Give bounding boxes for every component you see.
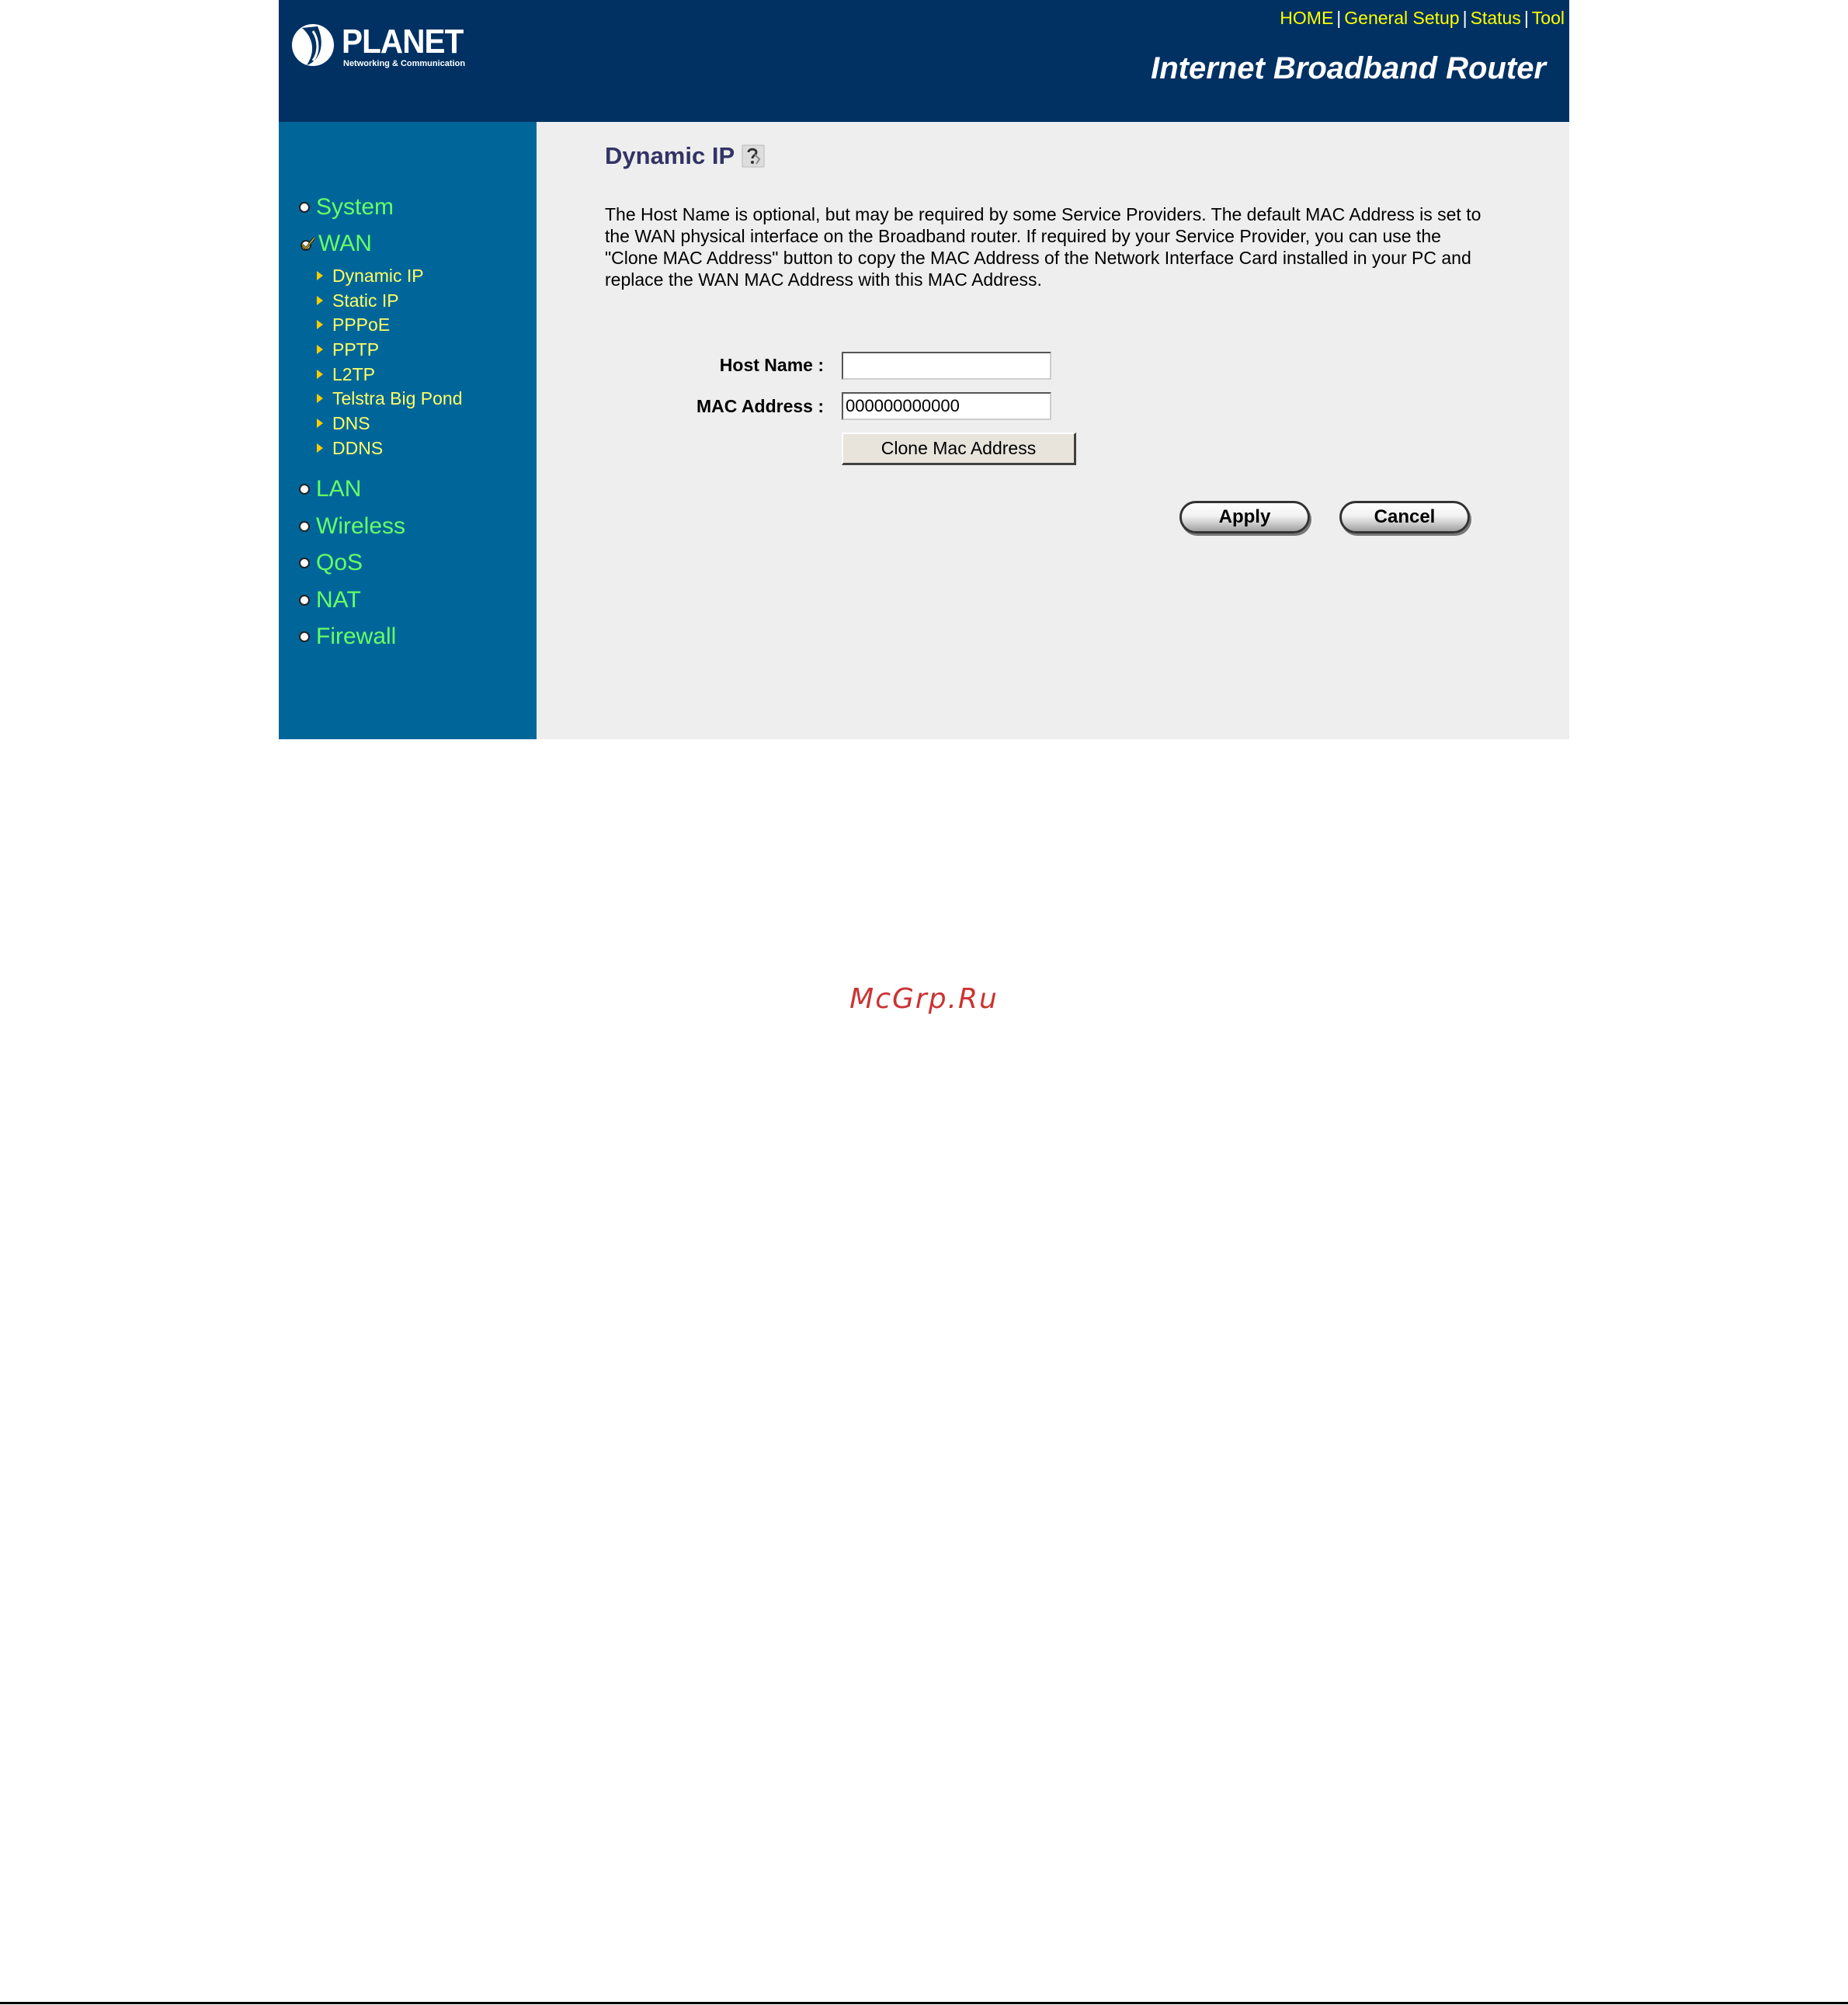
- apply-button[interactable]: Apply: [1179, 501, 1310, 533]
- help-icon[interactable]: [741, 144, 766, 169]
- checkmark-icon: [300, 237, 316, 251]
- sidebar-item-label: Firewall: [316, 624, 397, 649]
- brand-name: PLANET: [342, 23, 464, 61]
- brand-tagline: Networking & Communication: [343, 59, 466, 68]
- sidebar-item-label: Wireless: [316, 513, 406, 539]
- planet-globe-icon: [292, 24, 334, 66]
- watermark: McGrp.Ru: [849, 983, 999, 1015]
- arrow-right-icon: [317, 419, 323, 428]
- sidebar-item-nat[interactable]: NAT: [299, 585, 361, 616]
- clone-mac-address-button[interactable]: Clone Mac Address: [842, 433, 1076, 465]
- arrow-right-icon: [317, 370, 323, 379]
- sidebar-subitem-ddns[interactable]: DDNS: [317, 436, 383, 460]
- arrow-right-icon: [317, 394, 323, 403]
- sidebar-item-label: NAT: [316, 587, 361, 613]
- nav-home-link[interactable]: HOME: [1280, 8, 1333, 28]
- sidebar-subitem-label: Telstra Big Pond: [332, 387, 463, 408]
- sidebar-subitem-label: Static IP: [332, 290, 399, 311]
- page-description: The Host Name is optional, but may be re…: [605, 204, 1482, 290]
- sidebar-subitem-static-ip[interactable]: Static IP: [317, 289, 399, 312]
- main-content: Dynamic IP The Host Name is optional, bu…: [537, 122, 1569, 739]
- nav-separator: |: [1336, 8, 1342, 28]
- nav-separator: |: [1462, 8, 1468, 28]
- sidebar-item-label: System: [316, 194, 394, 220]
- sidebar-item-wan[interactable]: WAN: [299, 228, 372, 259]
- page-title: Dynamic IP: [605, 142, 766, 170]
- nav-general-setup-link[interactable]: General Setup: [1344, 8, 1459, 28]
- arrow-right-icon: [317, 443, 323, 453]
- sidebar-subitem-label: PPPoE: [332, 314, 391, 335]
- sidebar-subitem-dynamic-ip[interactable]: Dynamic IP: [317, 264, 424, 287]
- sidebar-item-qos[interactable]: QoS: [299, 547, 363, 579]
- sidebar-subitem-label: DDNS: [332, 437, 384, 458]
- sidebar-subitem-pppoe[interactable]: PPPoE: [317, 313, 390, 336]
- sidebar-subitem-label: DNS: [332, 412, 370, 433]
- sidebar-item-system[interactable]: System: [299, 192, 394, 223]
- sidebar-item-label: WAN: [318, 231, 372, 256]
- router-web-ui: PLANET Networking & Communication HOME | G…: [279, 0, 1569, 739]
- host-name-label: Host Name :: [719, 355, 824, 375]
- mac-address-input[interactable]: [842, 392, 1051, 420]
- sidebar-subitem-dns[interactable]: DNS: [317, 412, 370, 435]
- sidebar-subitem-pptp[interactable]: PPTP: [317, 338, 379, 361]
- radio-bullet-icon: [299, 595, 310, 606]
- nav-status-link[interactable]: Status: [1471, 8, 1521, 28]
- sidebar-subitem-l2tp[interactable]: L2TP: [317, 363, 375, 386]
- planet-logo[interactable]: PLANET Networking & Communication: [290, 20, 484, 71]
- sidebar-item-wireless[interactable]: Wireless: [299, 511, 405, 542]
- arrow-right-icon: [317, 271, 323, 280]
- sidebar-item-firewall[interactable]: Firewall: [299, 621, 396, 652]
- sidebar-item-label: LAN: [316, 476, 362, 502]
- page-title-text: Dynamic IP: [605, 142, 735, 169]
- arrow-right-icon: [317, 345, 323, 354]
- nav-separator: |: [1523, 8, 1529, 28]
- radio-bullet-icon: [299, 558, 310, 568]
- sidebar-subitem-label: Dynamic IP: [332, 265, 424, 286]
- radio-bullet-icon: [299, 631, 310, 642]
- host-name-input[interactable]: [842, 352, 1051, 380]
- arrow-right-icon: [317, 296, 323, 305]
- cancel-button[interactable]: Cancel: [1339, 501, 1470, 533]
- page-bottom-rule: [0, 2002, 1848, 2004]
- arrow-right-icon: [317, 320, 323, 329]
- sidebar-subitem-label: PPTP: [332, 339, 380, 360]
- sidebar-subitem-label: L2TP: [332, 363, 375, 384]
- radio-bullet-icon: [299, 521, 310, 532]
- sidebar-item-lan[interactable]: LAN: [299, 474, 361, 505]
- sidebar-subitem-telstra-big-pond[interactable]: Telstra Big Pond: [317, 387, 462, 410]
- nav-tool-link[interactable]: Tool: [1532, 8, 1565, 28]
- radio-bullet-icon: [299, 484, 310, 495]
- page: PLANET Networking & Communication HOME | G…: [0, 0, 1848, 2005]
- header-bar: PLANET Networking & Communication HOME | G…: [279, 0, 1569, 122]
- radio-bullet-icon: [299, 202, 310, 213]
- sidebar-item-label: QoS: [316, 550, 363, 575]
- mac-address-label: MAC Address :: [696, 396, 824, 416]
- product-title: Internet Broadband Router: [1151, 51, 1546, 85]
- top-navigation: HOME | General Setup | Status | Tool: [1280, 8, 1565, 29]
- sidebar: System WAN Dynamic IP Static IP PPPoE PP…: [279, 122, 537, 739]
